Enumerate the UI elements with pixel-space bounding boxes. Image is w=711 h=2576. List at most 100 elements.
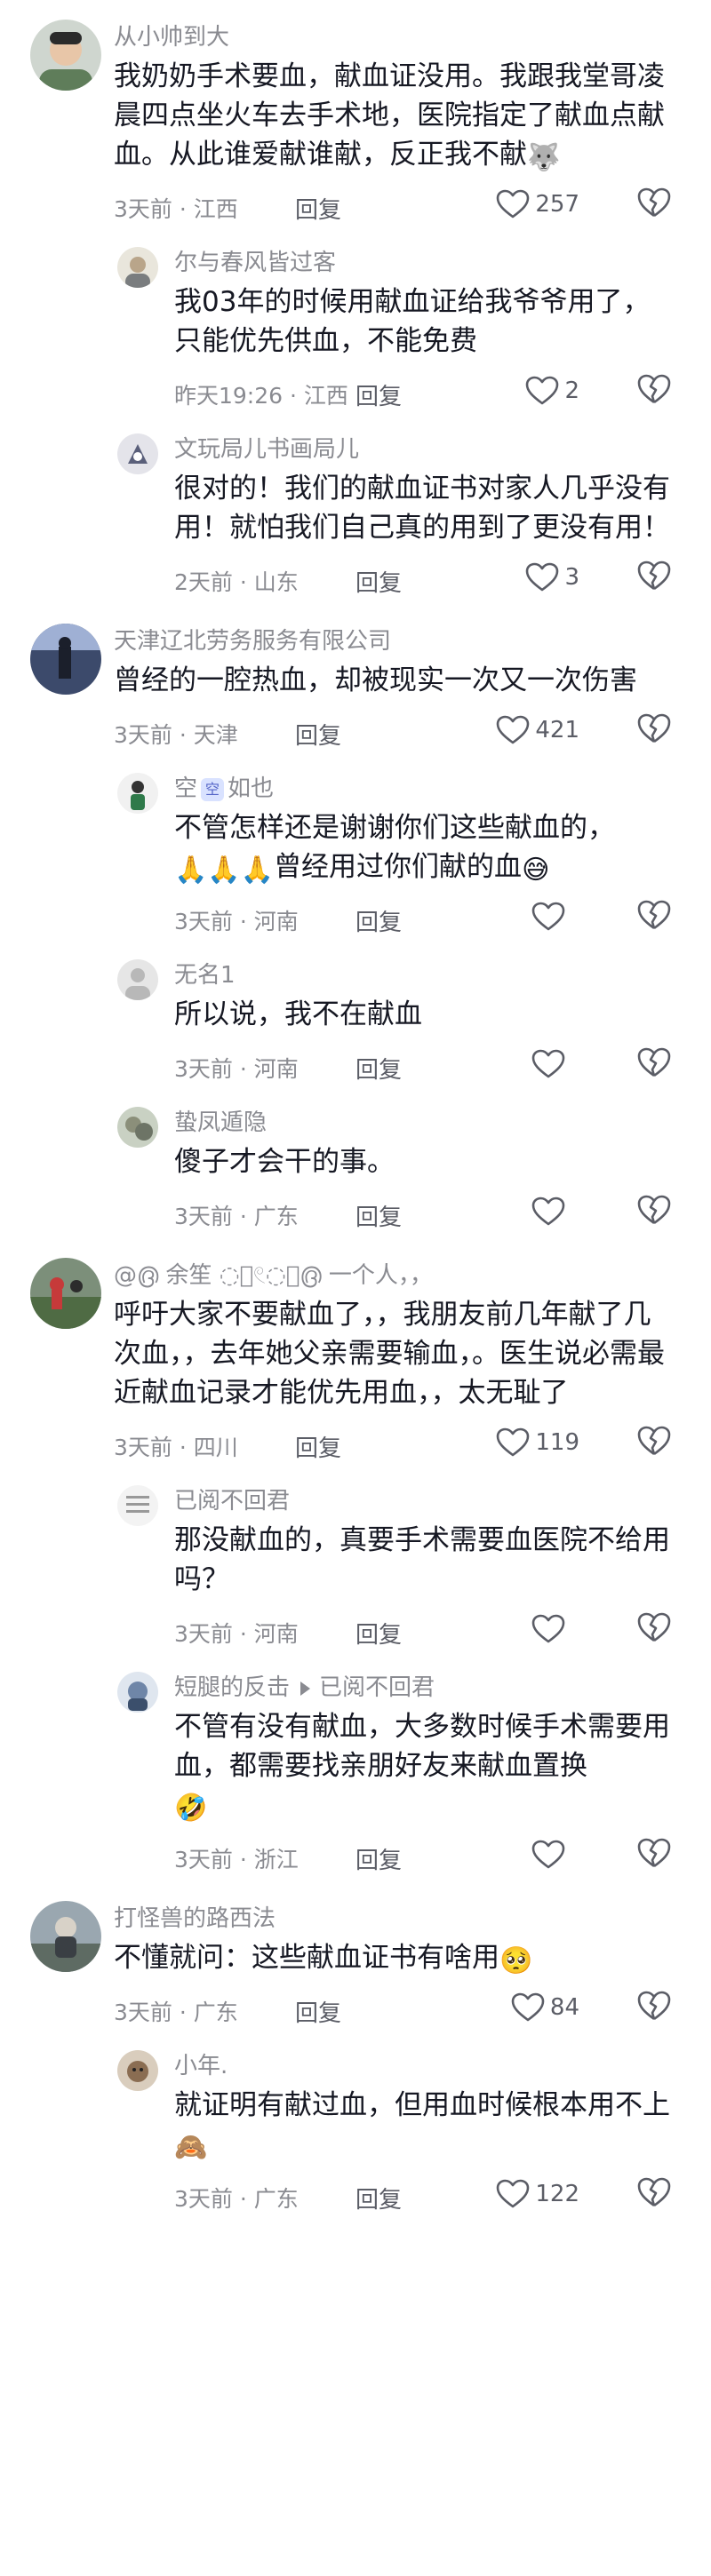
author-name[interactable]: 打怪兽的路西法	[114, 1903, 675, 1935]
author-name[interactable]: 空空如也	[174, 773, 675, 805]
timestamp-location: 3天前 · 广东	[174, 1204, 299, 1229]
like-button[interactable]: 84	[511, 1988, 579, 2027]
broken-heart-icon	[636, 558, 672, 593]
timestamp-location: 3天前 · 河南	[174, 1621, 299, 1647]
like-button[interactable]	[531, 1610, 579, 1649]
pleading-emoji: 🥺	[499, 1945, 533, 1976]
like-count: 84	[549, 1994, 579, 2021]
name-badge: 空	[201, 777, 225, 801]
reply-button[interactable]: 回复	[356, 1052, 402, 1085]
avatar[interactable]	[117, 773, 158, 814]
author-name[interactable]: 短腿的反击 已阅不回君	[174, 1672, 675, 1704]
rofl-emoji: 🤣	[174, 1793, 208, 1824]
avatar[interactable]	[30, 1258, 101, 1329]
reply-button[interactable]: 回复	[356, 2182, 402, 2214]
dislike-button[interactable]	[636, 897, 672, 936]
avatar[interactable]	[117, 247, 158, 288]
dislike-button[interactable]	[636, 1988, 672, 2027]
avatar[interactable]	[30, 1901, 101, 1972]
avatar[interactable]	[30, 624, 101, 695]
author-name-part: 如也	[228, 775, 275, 802]
avatar[interactable]	[117, 1485, 158, 1526]
like-button[interactable]	[531, 1835, 579, 1874]
comment-meta: 2天前 · 山东 回复 3	[174, 554, 675, 604]
timestamp-location: 3天前 · 江西	[114, 196, 238, 222]
comment-item: 从小帅到大 我奶奶手术要血，献血证没用。我跟我堂哥凌晨四点坐火车去手术地，医院指…	[0, 0, 711, 231]
comment-text: 就证明有献过血，但用血时候根本用不上 🙈	[174, 2086, 672, 2164]
comment-text: 很对的！我们的献血证书对家人几乎没有用！就怕我们自己真的用到了更没有用！	[174, 473, 670, 544]
author-name[interactable]: 从小帅到大	[114, 21, 675, 53]
like-button[interactable]: 122	[496, 2174, 579, 2214]
like-count: 122	[535, 2181, 579, 2207]
heart-icon	[531, 1049, 565, 1079]
like-button[interactable]	[531, 897, 579, 936]
dislike-button[interactable]	[636, 185, 672, 224]
comment-text: 不懂就问：这些献血证书有啥用🥺	[114, 1938, 672, 1977]
reply-button[interactable]: 回复	[356, 565, 402, 598]
reply-arrow-icon	[300, 1681, 311, 1696]
comment-meta: 3天前 · 河南 回复	[174, 1041, 675, 1091]
timestamp-location: 3天前 · 河南	[174, 909, 299, 934]
comment-text: 我奶奶手术要血，献血证没用。我跟我堂哥凌晨四点坐火车去手术地，医院指定了献血点献…	[114, 57, 672, 174]
like-button[interactable]: 421	[496, 711, 579, 750]
reply-item: 已阅不回君 那没献血的，真要手术需要血医院不给用吗？ 3天前 · 河南 回复	[0, 1469, 711, 1656]
like-count: 257	[535, 191, 579, 218]
heart-icon	[525, 562, 559, 592]
author-name[interactable]: 文玩局儿书画局儿	[174, 433, 675, 465]
like-button[interactable]	[531, 1192, 579, 1231]
dislike-button[interactable]	[636, 1610, 672, 1649]
reply-button[interactable]: 回复	[356, 1617, 402, 1650]
comment-text: 不管有没有献血，大多数时候手术需要用血，都需要找亲朋好友来献血置换 🤣	[174, 1707, 672, 1825]
dislike-button[interactable]	[636, 1045, 672, 1084]
avatar[interactable]	[117, 2050, 158, 2091]
reply-button[interactable]: 回复	[356, 1199, 402, 1232]
monkey-emoji: 🙈	[174, 2132, 208, 2163]
author-name[interactable]: 已阅不回君	[174, 1485, 675, 1517]
like-button[interactable]: 119	[496, 1423, 579, 1462]
dislike-button[interactable]	[636, 371, 672, 410]
heart-icon	[511, 1992, 545, 2023]
avatar[interactable]	[117, 1672, 158, 1713]
author-name[interactable]: 无名1	[174, 959, 675, 991]
avatar[interactable]	[117, 433, 158, 474]
like-button[interactable]: 2	[525, 371, 579, 410]
timestamp-location: 3天前 · 天津	[114, 722, 238, 748]
reply-button[interactable]: 回复	[295, 1430, 341, 1463]
comment-text-body: 不管怎样还是谢谢你们这些献血的，	[174, 812, 615, 844]
avatar[interactable]	[30, 20, 101, 91]
reply-button[interactable]: 回复	[295, 192, 341, 225]
like-button[interactable]: 257	[496, 185, 579, 224]
like-button[interactable]	[531, 1045, 579, 1084]
like-button[interactable]: 3	[525, 558, 579, 597]
dislike-button[interactable]	[636, 1423, 672, 1462]
comment-meta: 3天前 · 广东 回复 122	[174, 2171, 675, 2221]
author-name[interactable]: 蛰凤遁隐	[174, 1107, 675, 1139]
dislike-button[interactable]	[636, 1835, 672, 1874]
dislike-button[interactable]	[636, 558, 672, 597]
dislike-button[interactable]	[636, 2174, 672, 2214]
comment-item: 天津辽北劳务服务有限公司 曾经的一腔热血，却被现实一次又一次伤害 3天前 · 天…	[0, 604, 711, 757]
comment-meta: 昨天19:26 · 江西 回复 2	[174, 368, 675, 417]
reply-button[interactable]: 回复	[356, 1842, 402, 1875]
author-name-part: 空	[174, 775, 198, 802]
heart-icon	[531, 1197, 565, 1227]
dislike-button[interactable]	[636, 711, 672, 750]
reply-button[interactable]: 回复	[356, 378, 402, 411]
reply-button[interactable]: 回复	[295, 1995, 341, 2028]
like-count: 119	[535, 1429, 579, 1456]
reply-button[interactable]: 回复	[295, 718, 341, 751]
comment-text: 傻子才会干的事。	[174, 1146, 395, 1178]
dislike-button[interactable]	[636, 1192, 672, 1231]
author-name[interactable]: 尔与春风皆过客	[174, 247, 675, 279]
reply-item: 空空如也 不管怎样还是谢谢你们这些献血的， 🙏🙏🙏曾经用过你们献的血😅 3天前 ·…	[0, 757, 711, 943]
reply-to-name[interactable]: 已阅不回君	[319, 1674, 435, 1701]
avatar[interactable]	[117, 959, 158, 1000]
avatar[interactable]	[117, 1107, 158, 1148]
comment-text: 我03年的时候用献血证给我爷爷用了，只能优先供血，不能免费	[174, 286, 651, 357]
like-count: 2	[564, 378, 579, 404]
timestamp-location: 3天前 · 四川	[114, 1435, 238, 1460]
reply-button[interactable]: 回复	[356, 904, 402, 937]
author-name[interactable]: @൫ 余笙 ◌⃘𓏲◌⃘൫ 一个人，，	[114, 1260, 675, 1292]
author-name[interactable]: 小年.	[174, 2050, 675, 2082]
author-name[interactable]: 天津辽北劳务服务有限公司	[114, 625, 675, 657]
